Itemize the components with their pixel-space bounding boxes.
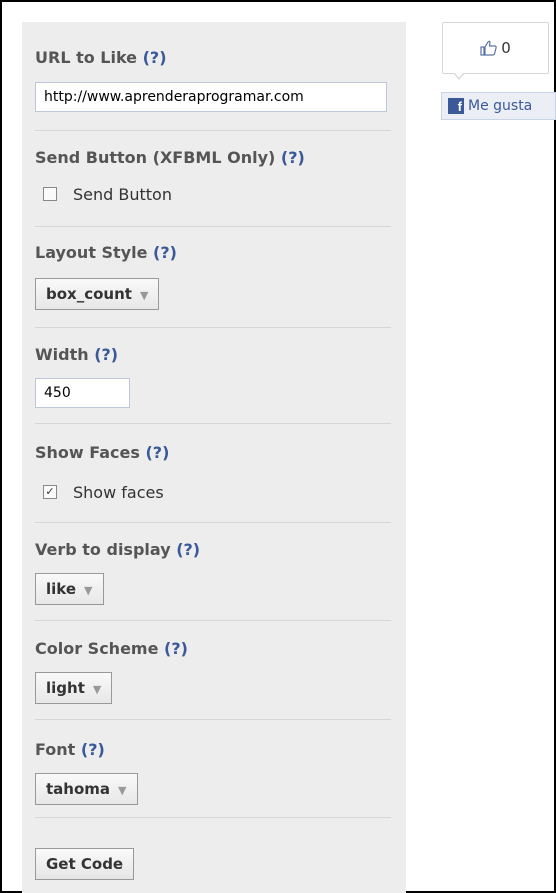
layout-help-link[interactable]: (?) xyxy=(153,243,177,262)
layout-selected-value: box_count xyxy=(46,285,132,303)
faces-label-text: Show Faces xyxy=(35,443,140,462)
width-input[interactable]: 450 xyxy=(35,378,130,408)
chevron-down-icon: ▼ xyxy=(84,584,93,597)
width-label-text: Width xyxy=(35,345,89,364)
url-label: URL to Like (?) xyxy=(35,48,167,68)
chevron-down-icon: ▼ xyxy=(92,683,102,696)
layout-label-text: Layout Style xyxy=(35,243,148,262)
verb-selected-value: like xyxy=(46,580,77,598)
font-label: Font (?) xyxy=(35,740,105,760)
url-input[interactable]: http://www.aprenderaprogramar.com xyxy=(35,82,387,112)
like-button-label: Me gusta xyxy=(468,98,533,114)
url-help-link[interactable]: (?) xyxy=(143,48,167,67)
color-selected-value: light xyxy=(46,679,85,697)
verb-help-link[interactable]: (?) xyxy=(176,540,200,559)
facebook-icon: f xyxy=(448,98,464,114)
send-label-text: Send Button (XFBML Only) xyxy=(35,148,276,167)
like-count: 0 xyxy=(501,39,511,57)
bubble-tail-inner xyxy=(454,72,464,78)
font-selected-value: tahoma xyxy=(46,780,111,798)
font-select[interactable]: tahoma ▼ xyxy=(35,773,138,805)
verb-select[interactable]: like ▼ xyxy=(35,573,104,605)
send-label: Send Button (XFBML Only) (?) xyxy=(35,148,305,168)
faces-checkbox[interactable]: ✓ xyxy=(43,485,57,499)
send-checkbox-row[interactable]: Send Button xyxy=(43,183,172,205)
like-button[interactable]: f Me gusta xyxy=(441,92,556,120)
width-label: Width (?) xyxy=(35,345,118,365)
color-section: Color Scheme (?) light ▼ xyxy=(35,620,391,720)
url-label-text: URL to Like xyxy=(35,48,138,67)
layout-section: Layout Style (?) box_count ▼ xyxy=(35,226,391,328)
verb-label: Verb to display (?) xyxy=(35,540,200,560)
verb-section: Verb to display (?) like ▼ xyxy=(35,522,391,621)
verb-label-text: Verb to display xyxy=(35,540,171,559)
faces-checkbox-row[interactable]: ✓ Show faces xyxy=(43,481,164,503)
color-label-text: Color Scheme xyxy=(35,639,159,658)
get-code-button[interactable]: Get Code xyxy=(35,848,135,880)
faces-help-link[interactable]: (?) xyxy=(145,443,169,462)
chevron-down-icon: ▼ xyxy=(118,784,127,797)
color-help-link[interactable]: (?) xyxy=(164,639,188,658)
url-section: URL to Like (?) http://www.aprenderaprog… xyxy=(35,22,391,131)
width-help-link[interactable]: (?) xyxy=(94,345,118,364)
font-label-text: Font xyxy=(35,740,76,759)
font-help-link[interactable]: (?) xyxy=(81,740,105,759)
font-section: Font (?) tahoma ▼ xyxy=(35,719,391,818)
like-count-bubble: 0 xyxy=(442,22,549,74)
send-help-link[interactable]: (?) xyxy=(281,148,305,167)
color-label: Color Scheme (?) xyxy=(35,639,188,659)
checkmark-icon: ✓ xyxy=(45,485,55,498)
send-checkbox[interactable] xyxy=(43,187,57,201)
thumbs-up-icon xyxy=(480,40,497,56)
send-section: Send Button (XFBML Only) (?) Send Button xyxy=(35,130,391,227)
chevron-down-icon: ▼ xyxy=(139,289,149,302)
settings-panel: URL to Like (?) http://www.aprenderaprog… xyxy=(22,22,406,893)
send-checkbox-label[interactable]: Send Button xyxy=(73,185,172,204)
layout-style-select[interactable]: box_count ▼ xyxy=(35,278,160,310)
faces-label: Show Faces (?) xyxy=(35,443,169,463)
width-section: Width (?) 450 xyxy=(35,327,391,424)
faces-checkbox-label[interactable]: Show faces xyxy=(73,483,164,502)
faces-section: Show Faces (?) ✓ Show faces xyxy=(35,423,391,523)
layout-label: Layout Style (?) xyxy=(35,243,177,263)
color-scheme-select[interactable]: light ▼ xyxy=(35,672,113,704)
